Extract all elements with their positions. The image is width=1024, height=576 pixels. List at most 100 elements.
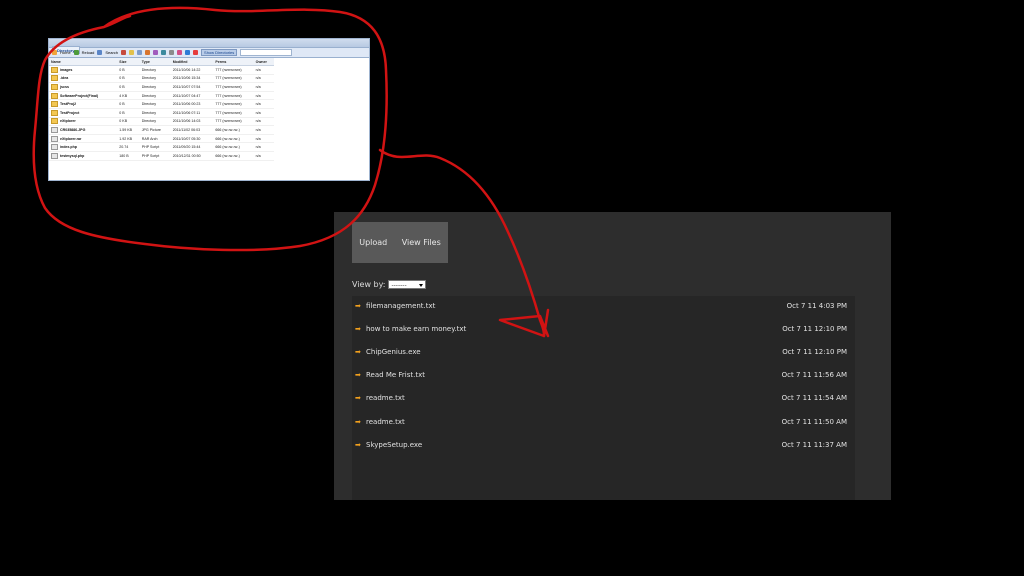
- list-item[interactable]: ➡ ChipGenius.exe Oct 7 11 12:10 PM: [352, 346, 855, 360]
- view-by-select[interactable]: -------: [388, 280, 427, 289]
- file-table: Name Size Type Modified Perms Owner imag…: [49, 58, 274, 161]
- file-type-cell: Directory: [139, 74, 171, 84]
- table-row[interactable]: eXtplorer.rar 1.92 KB RAR Arch 2011/10/07 0…: [49, 134, 274, 144]
- file-type-cell: Directory: [139, 99, 171, 109]
- table-row[interactable]: SoftwareProject(Final) 4 KB Directory 2011/…: [49, 91, 274, 101]
- file-table-header: Name Size Type Modified Perms Owner: [49, 58, 274, 66]
- file-modified-cell: 2011/10/06 15:34: [170, 74, 214, 84]
- column-header[interactable]: Size: [117, 58, 140, 66]
- table-row[interactable]: TestProj2 0 B Directory 2011/10/06 00:23 777…: [49, 99, 274, 109]
- reload-icon[interactable]: [73, 50, 79, 55]
- file-link[interactable]: Read Me Frist.txt: [366, 371, 425, 379]
- file-modified-cell: 2011/10/06 00:23: [170, 99, 214, 109]
- archive-icon[interactable]: [169, 50, 175, 55]
- file-type-cell: Directory: [139, 82, 171, 92]
- file-name: eXtplorer.rar: [60, 136, 82, 141]
- file-name: TestProject: [60, 110, 80, 115]
- column-header[interactable]: Type: [139, 58, 171, 66]
- file-size-cell: 0 KB: [117, 117, 140, 127]
- table-row[interactable]: images 0 B Directory 2011/10/06 14:22 777 (r…: [49, 65, 274, 75]
- file-modified-cell: 2011/11/02 06:03: [170, 125, 214, 135]
- view-by-label: View by:: [352, 280, 386, 289]
- table-row[interactable]: testmysql.php 180 B PHP Script 2010/12/31 0…: [49, 151, 274, 161]
- list-item[interactable]: ➡ filemanagement.txt Oct 7 11 4:03 PM: [352, 300, 855, 314]
- file-link[interactable]: SkypeSetup.exe: [366, 441, 422, 449]
- upload-icon[interactable]: [161, 50, 167, 55]
- arrow-right-icon: ➡: [355, 417, 361, 426]
- table-row[interactable]: TestProject 0 B Directory 2011/10/06 07:11 7…: [49, 108, 274, 118]
- file-name: testmysql.php: [60, 153, 85, 158]
- table-row[interactable]: jscss 0 B Directory 2011/10/07 07:54 777 (rw…: [49, 82, 274, 92]
- file-owner-cell: n/a: [253, 142, 274, 152]
- file-modified-cell: 2011/10/06 07:11: [170, 108, 214, 118]
- file-type-cell: Directory: [139, 117, 171, 127]
- show-directories-button[interactable]: Show Directories: [201, 49, 238, 56]
- list-item[interactable]: ➡ Read Me Frist.txt Oct 7 11 11:56 AM: [352, 369, 855, 383]
- info-icon[interactable]: [177, 50, 183, 55]
- new-folder-icon[interactable]: [129, 50, 135, 55]
- reload-button[interactable]: Reload: [82, 50, 95, 55]
- file-perms-cell: 666 (rw-rw-rw-): [213, 142, 254, 152]
- tab-view-files[interactable]: View Files: [402, 238, 441, 247]
- home-button[interactable]: Home: [60, 50, 71, 55]
- file-link[interactable]: readme.txt: [366, 394, 405, 402]
- file-date: Oct 7 11 11:54 AM: [781, 394, 847, 403]
- file-name-cell: TestProj2: [49, 99, 118, 109]
- table-row[interactable]: eXtplorer 0 KB Directory 2011/10/06 14:03 77…: [49, 117, 274, 127]
- table-row[interactable]: .idea 0 B Directory 2011/10/06 15:34 777 (rw…: [49, 74, 274, 84]
- file-perms-cell: 777 (rwxrwxrwx): [213, 74, 254, 84]
- panel-tabs: Upload View Files: [352, 222, 448, 263]
- column-header[interactable]: Modified: [170, 58, 214, 66]
- file-link[interactable]: readme.txt: [366, 418, 405, 426]
- file-perms-cell: 777 (rwxrwxrwx): [213, 82, 254, 92]
- list-item[interactable]: ➡ readme.txt Oct 7 11 11:54 AM: [352, 392, 855, 406]
- file-link[interactable]: ChipGenius.exe: [366, 348, 421, 356]
- file-date: Oct 7 11 4:03 PM: [786, 302, 847, 310]
- delete-icon[interactable]: [121, 50, 127, 55]
- file-name-cell: eXtplorer: [49, 117, 118, 127]
- file-owner-cell: n/a: [253, 125, 274, 135]
- column-header[interactable]: Name: [49, 58, 118, 66]
- file-name: index.php: [60, 145, 77, 150]
- list-item[interactable]: ➡ SkypeSetup.exe Oct 7 11 11:37 AM: [352, 439, 855, 453]
- file-name: .idea: [60, 76, 69, 81]
- search-button[interactable]: Search: [105, 50, 118, 55]
- table-row[interactable]: CR035886.JPG 1.59 KB JPG Picture 2011/11/02…: [49, 125, 274, 135]
- edit-icon[interactable]: [153, 50, 159, 55]
- help-icon[interactable]: [185, 50, 191, 55]
- file-date: Oct 7 11 11:37 AM: [781, 440, 847, 449]
- column-header[interactable]: Perms: [213, 58, 254, 66]
- file-name: SoftwareProject(Final): [60, 93, 99, 98]
- table-row[interactable]: index.php 20.74 PHP Script 2011/09/20 15:44…: [49, 142, 274, 152]
- filter-input[interactable]: [240, 49, 293, 56]
- arrow-right-icon: ➡: [355, 440, 361, 449]
- move-icon[interactable]: [145, 50, 151, 55]
- file-perms-cell: 666 (rw-rw-rw-): [213, 134, 254, 144]
- search-icon[interactable]: [97, 50, 103, 55]
- file-perms-cell: 777 (rwxrwxrwx): [213, 99, 254, 109]
- logout-icon[interactable]: [193, 50, 199, 55]
- file-perms-cell: 777 (rwxrwxrwx): [213, 117, 254, 127]
- column-header[interactable]: Owner: [253, 58, 274, 66]
- folder-icon: [51, 109, 58, 116]
- file-link[interactable]: how to make earn money.txt: [366, 325, 466, 333]
- file-perms-cell: 666 (rw-rw-rw-): [213, 125, 254, 135]
- file-perms-cell: 777 (rwxrwxrwx): [213, 91, 254, 101]
- file-modified-cell: 2011/10/07 05:30: [170, 134, 214, 144]
- file-size-cell: 0 B: [117, 99, 140, 109]
- file-size-cell: 0 B: [117, 108, 140, 118]
- file-owner-cell: n/a: [253, 65, 274, 75]
- list-item[interactable]: ➡ readme.txt Oct 7 11 11:50 AM: [352, 416, 855, 430]
- file-owner-cell: n/a: [253, 117, 274, 127]
- list-item[interactable]: ➡ how to make earn money.txt Oct 7 11 12:1…: [352, 323, 855, 337]
- file-modified-cell: 2011/09/20 15:44: [170, 142, 214, 152]
- file-link[interactable]: filemanagement.txt: [366, 302, 435, 310]
- tab-upload[interactable]: Upload: [359, 238, 387, 247]
- file-manager-window: Directory Home Reload Search Show Direct…: [48, 38, 370, 181]
- home-icon[interactable]: [52, 50, 57, 55]
- file-name-cell: TestProject: [49, 108, 118, 118]
- file-owner-cell: n/a: [253, 99, 274, 109]
- copy-icon[interactable]: [137, 50, 143, 55]
- file-owner-cell: n/a: [253, 74, 274, 84]
- file-size-cell: 180 B: [117, 151, 140, 161]
